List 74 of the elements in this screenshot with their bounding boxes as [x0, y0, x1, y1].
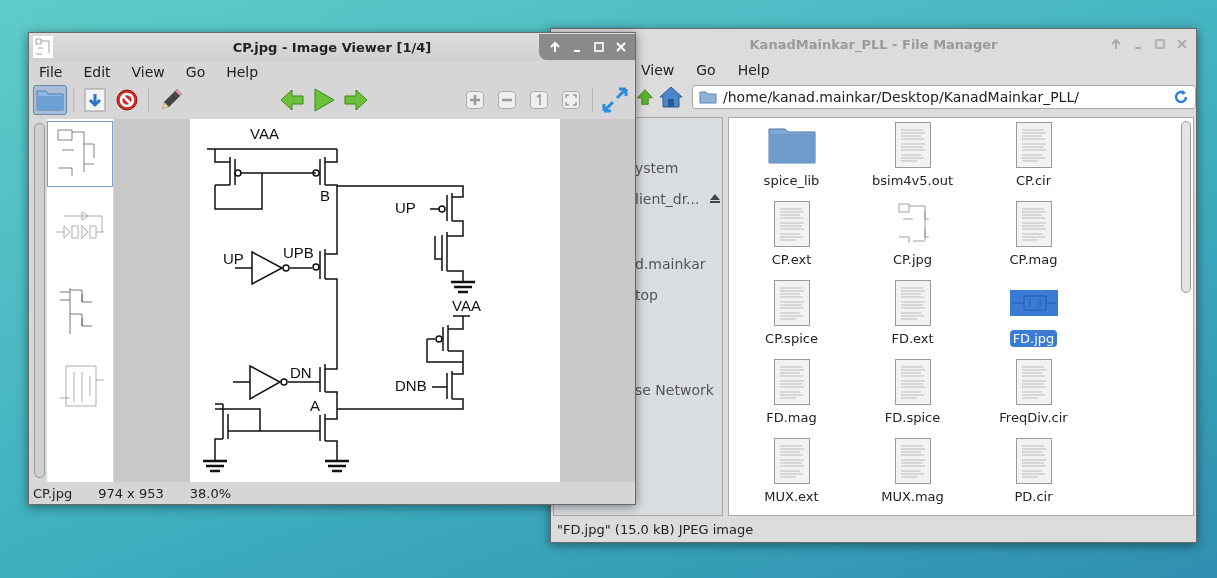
file-name[interactable]: FD.mag: [763, 409, 820, 426]
menu-item[interactable]: Edit: [83, 64, 111, 80]
document-icon[interactable]: [1015, 359, 1052, 405]
file-name[interactable]: PD.cir: [1011, 488, 1056, 505]
document-icon[interactable]: [1015, 122, 1052, 168]
file-name[interactable]: FD.jpg: [1009, 330, 1058, 347]
window-title: KanadMainkar_PLL - File Manager: [749, 36, 998, 52]
document-icon[interactable]: [894, 359, 931, 405]
menu-item[interactable]: View: [641, 62, 675, 78]
document-icon[interactable]: [773, 359, 810, 405]
file-name[interactable]: bsim4v5.out: [869, 172, 956, 189]
schematic-label: B: [319, 187, 330, 204]
eject-icon[interactable]: [709, 193, 722, 204]
close-icon[interactable]: [1176, 38, 1188, 50]
selected-image-thumbnail[interactable]: [1009, 290, 1058, 316]
side-pane-item[interactable]: d.mainkar: [635, 248, 706, 279]
menu-item[interactable]: File: [39, 64, 63, 80]
keep-above-icon[interactable]: [1110, 38, 1122, 50]
status-text: "FD.jpg" (15.0 kB) JPEG image: [557, 521, 754, 537]
schematic-label: UP: [394, 199, 416, 216]
schematic-label: DN: [289, 364, 312, 381]
app-icon: [33, 36, 53, 58]
image-thumbnail[interactable]: [47, 121, 113, 187]
file-name[interactable]: CP.ext: [768, 251, 815, 268]
document-icon[interactable]: [773, 201, 810, 247]
document-icon[interactable]: [773, 438, 810, 484]
side-pane-item[interactable]: top: [635, 279, 658, 310]
up-arrow-icon[interactable]: [636, 86, 654, 108]
menu-item[interactable]: Go: [696, 62, 716, 78]
location-field[interactable]: /home/kanad.mainkar/Desktop/KanadMainkar_PLL/: [692, 85, 1196, 109]
file-name[interactable]: FreqDiv.cir: [996, 409, 1071, 426]
schematic-label: DNB: [394, 377, 427, 394]
menu-item[interactable]: Go: [185, 64, 206, 80]
plus-icon: [466, 91, 484, 109]
file-name[interactable]: MUX.mag: [878, 488, 947, 505]
menu-item[interactable]: Help: [226, 64, 259, 80]
scrollbar[interactable]: [34, 123, 45, 478]
file-name[interactable]: MUX.ext: [761, 488, 822, 505]
schematic-label: UPB: [282, 244, 314, 261]
file-name[interactable]: CP.mag: [1006, 251, 1061, 268]
file-name[interactable]: CP.spice: [762, 330, 821, 347]
menu-item[interactable]: View: [131, 64, 165, 80]
document-icon[interactable]: [894, 122, 931, 168]
status-text: 974 x 953: [98, 485, 164, 501]
schematic-label: VAA: [249, 125, 279, 142]
schematic-label: UP: [222, 250, 244, 267]
one-icon: [530, 91, 548, 109]
minus-icon: [498, 91, 516, 109]
maximize-icon[interactable]: [1154, 38, 1166, 50]
status-text: 38.0%: [189, 485, 232, 501]
file-name[interactable]: CP.jpg: [889, 251, 936, 268]
folder-icon[interactable]: [767, 126, 816, 164]
document-icon[interactable]: [1015, 438, 1052, 484]
file-name[interactable]: FD.ext: [888, 330, 937, 347]
file-name[interactable]: spice_lib: [760, 172, 823, 189]
document-icon[interactable]: [773, 280, 810, 326]
side-pane-item[interactable]: lient_dr...: [635, 183, 724, 214]
file-name[interactable]: FD.spice: [881, 409, 944, 426]
status-text: CP.jpg: [33, 485, 73, 501]
side-pane-item[interactable]: se Network: [635, 374, 714, 405]
document-icon[interactable]: [1015, 201, 1052, 247]
open-button[interactable]: [33, 85, 67, 115]
file-name[interactable]: CP.cir: [1012, 172, 1055, 189]
schematic-label: VAA: [451, 297, 481, 314]
folder-icon: [699, 90, 717, 104]
menu-item[interactable]: Help: [737, 62, 770, 78]
reload-icon[interactable]: [1173, 89, 1189, 105]
document-icon[interactable]: [894, 280, 931, 326]
window-title: CP.jpg - Image Viewer [1/4]: [232, 39, 432, 55]
side-pane-item[interactable]: ystem: [635, 152, 679, 183]
fit-icon: [562, 91, 580, 109]
schematic-label: A: [309, 397, 320, 414]
document-icon[interactable]: [894, 438, 931, 484]
home-icon[interactable]: [658, 85, 684, 109]
